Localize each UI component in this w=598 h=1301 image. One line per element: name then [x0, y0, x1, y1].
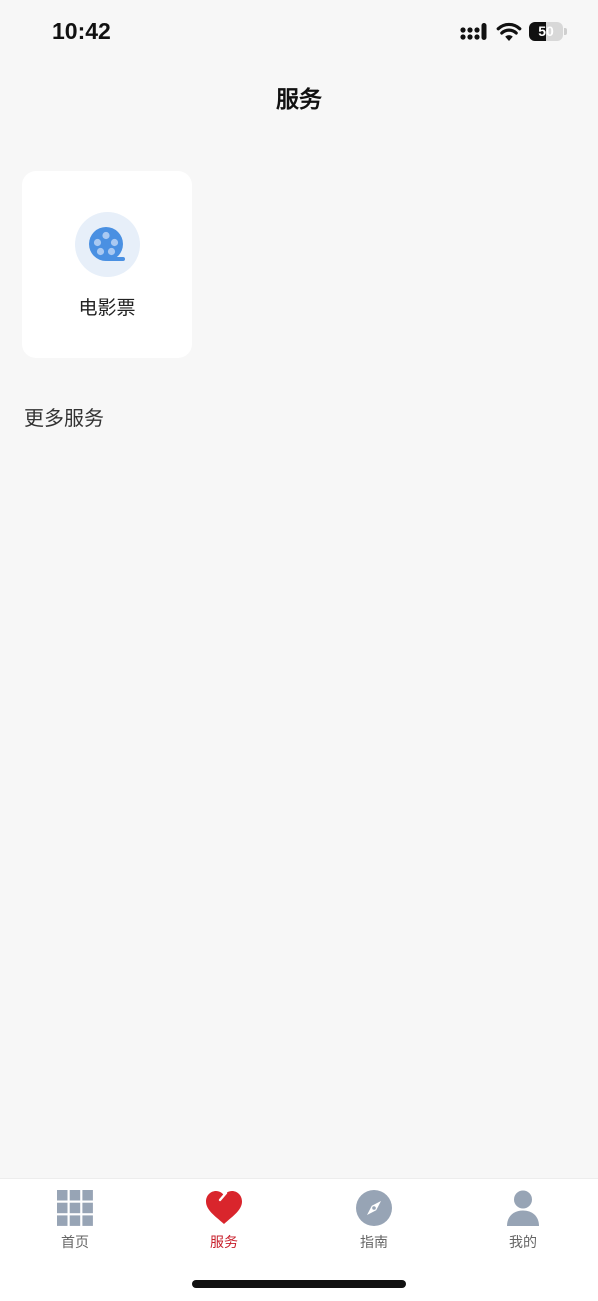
tab-home[interactable]: 首页 [25, 1187, 125, 1253]
more-services-title: 更多服务 [24, 406, 104, 430]
tab-label: 服务 [210, 1235, 238, 1251]
tab-services[interactable]: 服务 [174, 1187, 274, 1253]
battery-level: 50 [538, 23, 554, 39]
service-card-movie-ticket[interactable]: 电影票 [22, 171, 192, 358]
tab-label: 指南 [360, 1235, 388, 1251]
tab-label: 我的 [509, 1235, 537, 1251]
tab-me[interactable]: 我的 [473, 1187, 573, 1253]
page-title: 服务 [276, 87, 322, 113]
tab-guide[interactable]: 指南 [324, 1187, 424, 1253]
user-icon [507, 1190, 539, 1226]
battery-icon: 50 [529, 22, 563, 41]
tab-label: 首页 [61, 1235, 89, 1251]
status-time: 10:42 [52, 18, 111, 44]
film-reel-icon [75, 212, 140, 277]
compass-icon [356, 1190, 392, 1226]
heart-icon [206, 1191, 242, 1224]
grid-icon [57, 1190, 93, 1226]
service-label: 电影票 [78, 297, 136, 319]
wifi-icon [496, 22, 522, 41]
signal-icon [460, 23, 487, 40]
home-indicator[interactable] [192, 1280, 406, 1288]
status-bar: 10:42 50 [0, 0, 598, 64]
battery-cap [564, 28, 567, 35]
